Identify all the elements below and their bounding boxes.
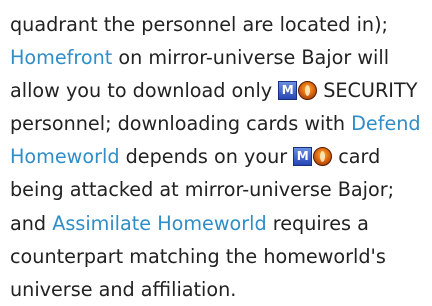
text-line-9: universe and affiliation. bbox=[10, 273, 432, 306]
text-personnel-downloading: personnel; downloading cards with bbox=[10, 112, 352, 136]
text-security: SECURITY bbox=[323, 79, 418, 103]
text-mirror-bajor: on mirror-universe Bajor will bbox=[112, 46, 390, 70]
text-card: card bbox=[338, 145, 381, 169]
text-universe-affiliation: universe and affiliation. bbox=[10, 277, 237, 301]
rules-text-block: quadrant the personnel are located in); … bbox=[0, 0, 432, 301]
text-line-3: allow you to download only M SECURITY bbox=[10, 74, 432, 107]
text-line-8: counterpart matching the homeworld's bbox=[10, 240, 432, 273]
mirror-universe-letter: M bbox=[278, 81, 298, 101]
defend-homeworld-link-part2[interactable]: Homeworld bbox=[10, 145, 120, 168]
bajoran-orb-icon bbox=[313, 147, 333, 167]
text-counterpart: counterpart matching the homeworld's bbox=[10, 244, 386, 268]
text-download-only: allow you to download only bbox=[10, 79, 279, 103]
text-line-4: personnel; downloading cards with Defend bbox=[10, 107, 432, 140]
defend-homeworld-link-part1[interactable]: Defend bbox=[351, 112, 420, 135]
mirror-orb-icon-pair-2: M bbox=[293, 145, 333, 168]
homefront-link[interactable]: Homefront bbox=[10, 46, 112, 69]
text-line-1: quadrant the personnel are located in); bbox=[10, 8, 432, 41]
mirror-universe-icon: M bbox=[293, 147, 313, 167]
text-line-5: Homeworld depends on your Mcard bbox=[10, 140, 432, 173]
mirror-universe-icon: M bbox=[278, 81, 298, 101]
text-being-attacked: being attacked at mirror-universe Bajor; bbox=[10, 178, 395, 202]
text-quadrant: quadrant the personnel are located in); bbox=[10, 13, 389, 36]
bajoran-orb-icon bbox=[298, 81, 318, 101]
mirror-orb-icon-pair: M bbox=[278, 79, 318, 102]
mirror-universe-letter: M bbox=[293, 147, 313, 167]
text-and: and bbox=[10, 211, 53, 235]
text-requires: requires a bbox=[266, 211, 369, 235]
text-depends-on: depends on your bbox=[119, 145, 294, 169]
assimilate-homeworld-link[interactable]: Assimilate Homeworld bbox=[52, 212, 266, 235]
text-line-6: being attacked at mirror-universe Bajor; bbox=[10, 173, 432, 206]
text-line-7: and Assimilate Homeworld requires a bbox=[10, 207, 432, 240]
text-line-2: Homefront on mirror-universe Bajor will bbox=[10, 41, 432, 74]
